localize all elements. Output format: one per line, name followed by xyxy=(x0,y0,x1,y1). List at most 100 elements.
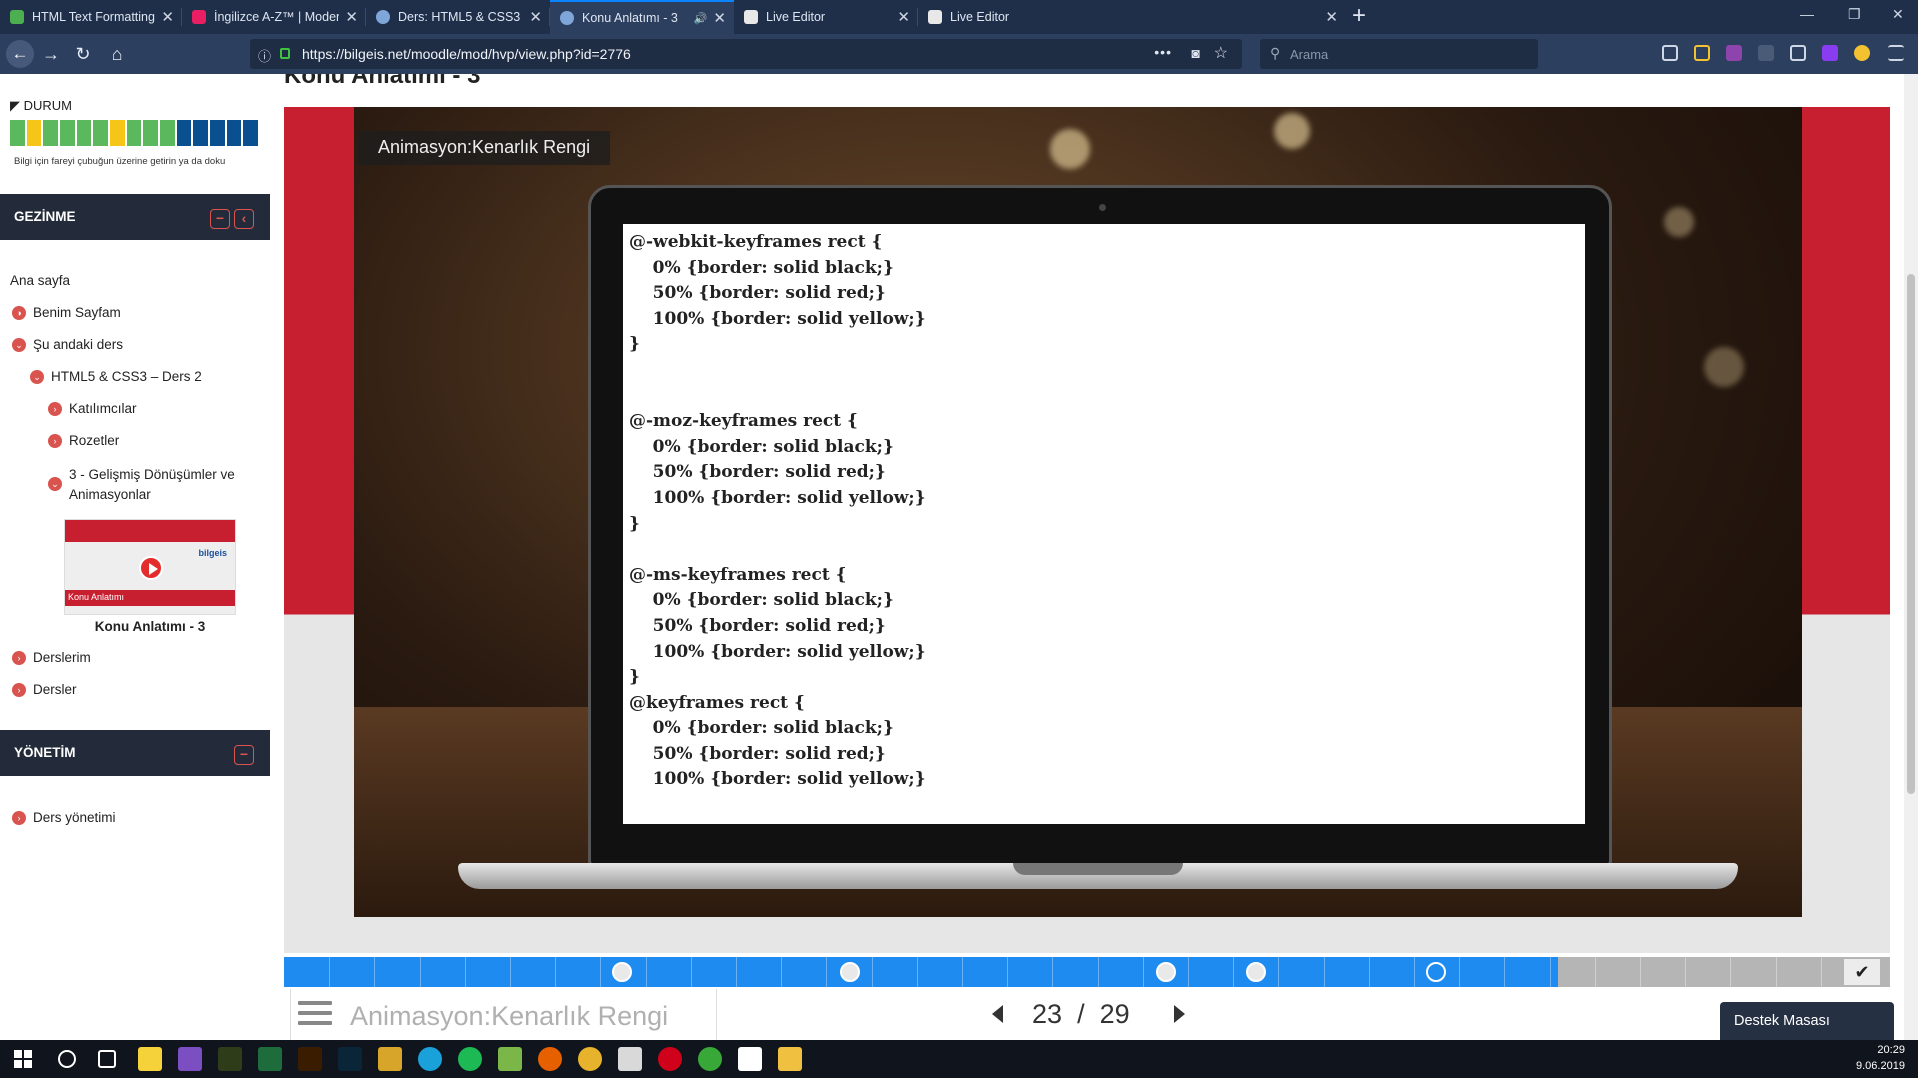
status-header[interactable]: ◤ DURUM xyxy=(10,98,72,114)
support-desk-button[interactable]: Destek Masası xyxy=(1720,1002,1894,1040)
nav-home[interactable]: Ana sayfa xyxy=(10,273,70,288)
chrome-icon[interactable] xyxy=(578,1047,602,1071)
progress-segment[interactable] xyxy=(176,120,192,146)
interaction-marker[interactable] xyxy=(840,962,860,982)
opera-icon[interactable] xyxy=(658,1047,682,1071)
url-bar[interactable]: ⓘ https://bilgeis.net/moodle/mod/hvp/vie… xyxy=(250,39,1242,69)
progress-segment[interactable] xyxy=(26,120,42,146)
media-icon[interactable] xyxy=(738,1047,762,1071)
photoshop-icon[interactable] xyxy=(338,1047,362,1071)
excel-icon[interactable] xyxy=(258,1047,282,1071)
collapse-icon[interactable]: − xyxy=(210,209,230,229)
dreamweaver-icon[interactable] xyxy=(218,1047,242,1071)
search-input[interactable]: ⚲ Arama xyxy=(1260,39,1538,69)
nav-courses[interactable]: › Dersler xyxy=(12,682,77,697)
screenshot-icon[interactable] xyxy=(1790,45,1806,61)
progress-segment[interactable] xyxy=(93,120,109,146)
dock-icon[interactable]: ‹ xyxy=(234,209,254,229)
home-icon[interactable]: ⌂ xyxy=(104,43,130,65)
activity-label[interactable]: Konu Anlatımı - 3 xyxy=(64,619,236,634)
interaction-marker[interactable] xyxy=(1426,962,1446,982)
menu-icon[interactable] xyxy=(298,1001,332,1029)
notes-icon[interactable] xyxy=(138,1047,162,1071)
completion-progress-bar[interactable] xyxy=(10,120,259,146)
progress-segment[interactable] xyxy=(160,120,175,146)
search-icon[interactable] xyxy=(58,1050,76,1068)
pocket-icon[interactable]: ◙ xyxy=(1192,45,1200,61)
illustrator-icon[interactable] xyxy=(298,1047,322,1071)
next-slide-icon[interactable] xyxy=(1174,1005,1185,1023)
progress-segment[interactable] xyxy=(60,120,75,146)
xbox-icon[interactable] xyxy=(698,1047,722,1071)
progress-segment[interactable] xyxy=(210,120,225,146)
paint-icon[interactable] xyxy=(378,1047,402,1071)
sidebar-icon[interactable] xyxy=(1694,45,1710,61)
video-stage[interactable]: Animasyon:Kenarlık Rengi @-webkit-keyfra… xyxy=(284,107,1890,953)
play-icon[interactable] xyxy=(1822,45,1838,61)
video-frame[interactable]: Animasyon:Kenarlık Rengi @-webkit-keyfra… xyxy=(354,107,1802,917)
close-window-icon[interactable]: ✕ xyxy=(1892,6,1904,23)
tab-live-editor-2[interactable]: Live Editor ✕ xyxy=(918,0,1346,34)
photos-icon[interactable] xyxy=(618,1047,642,1071)
bookmark-star-icon[interactable]: ☆ xyxy=(1214,43,1228,63)
progress-segment[interactable] xyxy=(143,120,159,146)
nav-participants[interactable]: › Katılımcılar xyxy=(48,401,137,416)
tab-ders[interactable]: Ders: HTML5 & CSS3 – Ders 3 ✕ xyxy=(366,0,550,34)
account-icon[interactable] xyxy=(1854,45,1870,61)
video-timeline[interactable]: ✔ xyxy=(284,957,1890,987)
previous-slide-icon[interactable] xyxy=(992,1005,1003,1023)
grayscale-icon[interactable] xyxy=(1758,45,1774,61)
close-tab-icon[interactable]: ✕ xyxy=(345,8,358,26)
minimize-icon[interactable]: — xyxy=(1800,6,1814,22)
menu-icon[interactable] xyxy=(1888,45,1904,61)
close-tab-icon[interactable]: ✕ xyxy=(529,8,542,26)
windows-start-icon[interactable] xyxy=(14,1050,32,1068)
close-tab-icon[interactable]: ✕ xyxy=(897,8,910,26)
activity-thumbnail[interactable]: bilgeis Konu Anlatımı xyxy=(64,519,236,615)
reload-icon[interactable]: ↻ xyxy=(70,43,96,65)
submit-check-icon[interactable]: ✔ xyxy=(1844,959,1880,985)
library-icon[interactable] xyxy=(1662,45,1678,61)
back-arrow-icon[interactable]: ← xyxy=(6,40,34,68)
interaction-marker[interactable] xyxy=(1246,962,1266,982)
progress-segment[interactable] xyxy=(126,120,142,146)
extension-icon[interactable] xyxy=(1726,45,1742,61)
lock-icon[interactable] xyxy=(280,48,290,59)
progress-segment[interactable] xyxy=(243,120,259,146)
info-icon[interactable]: ⓘ xyxy=(258,46,271,65)
progress-segment[interactable] xyxy=(226,120,242,146)
url-text[interactable]: https://bilgeis.net/moodle/mod/hvp/view.… xyxy=(302,46,631,62)
app-icon[interactable] xyxy=(498,1047,522,1071)
tab-konu-anlatimi[interactable]: Konu Anlatımı - 3 🔊 ✕ xyxy=(550,0,734,34)
system-clock[interactable]: 20:29 9.06.2019 xyxy=(1856,1042,1905,1074)
nav-course-admin[interactable]: › Ders yönetimi xyxy=(12,810,116,825)
visual-studio-icon[interactable] xyxy=(178,1047,202,1071)
new-tab-button[interactable]: + xyxy=(1352,2,1366,30)
close-tab-icon[interactable]: ✕ xyxy=(1325,8,1338,26)
task-view-icon[interactable] xyxy=(98,1050,116,1068)
nav-my-courses[interactable]: › Derslerim xyxy=(12,650,91,665)
progress-segment[interactable] xyxy=(10,120,25,146)
nav-course[interactable]: ⌄ HTML5 & CSS3 – Ders 2 xyxy=(30,369,202,384)
restore-icon[interactable]: ❐ xyxy=(1848,6,1861,23)
close-tab-icon[interactable]: ✕ xyxy=(161,8,174,26)
explorer-icon[interactable] xyxy=(778,1047,802,1071)
tab-live-editor-1[interactable]: Live Editor ✕ xyxy=(734,0,918,34)
nav-my-page[interactable]: ◑ Benim Sayfam xyxy=(12,305,121,320)
scrollbar-thumb[interactable] xyxy=(1907,274,1915,794)
audio-icon[interactable]: 🔊 xyxy=(694,12,708,25)
progress-segment[interactable] xyxy=(43,120,59,146)
interaction-marker[interactable] xyxy=(1156,962,1176,982)
page-scrollbar[interactable] xyxy=(1904,74,1918,1040)
forward-arrow-icon[interactable]: → xyxy=(38,43,64,65)
close-tab-icon[interactable]: ✕ xyxy=(713,9,726,27)
tab-html-text-formatting[interactable]: HTML Text Formatting ✕ xyxy=(0,0,182,34)
progress-segment[interactable] xyxy=(76,120,92,146)
tab-ingilizce[interactable]: İngilizce A-Z™ | Modern İngiliz ✕ xyxy=(182,0,366,34)
progress-segment[interactable] xyxy=(193,120,209,146)
progress-segment[interactable] xyxy=(110,120,125,146)
nav-badges[interactable]: › Rozetler xyxy=(48,433,119,448)
page-actions-icon[interactable]: ••• xyxy=(1154,44,1172,60)
nav-current-course[interactable]: ⌄ Şu andaki ders xyxy=(12,337,123,352)
firefox-icon[interactable] xyxy=(538,1047,562,1071)
